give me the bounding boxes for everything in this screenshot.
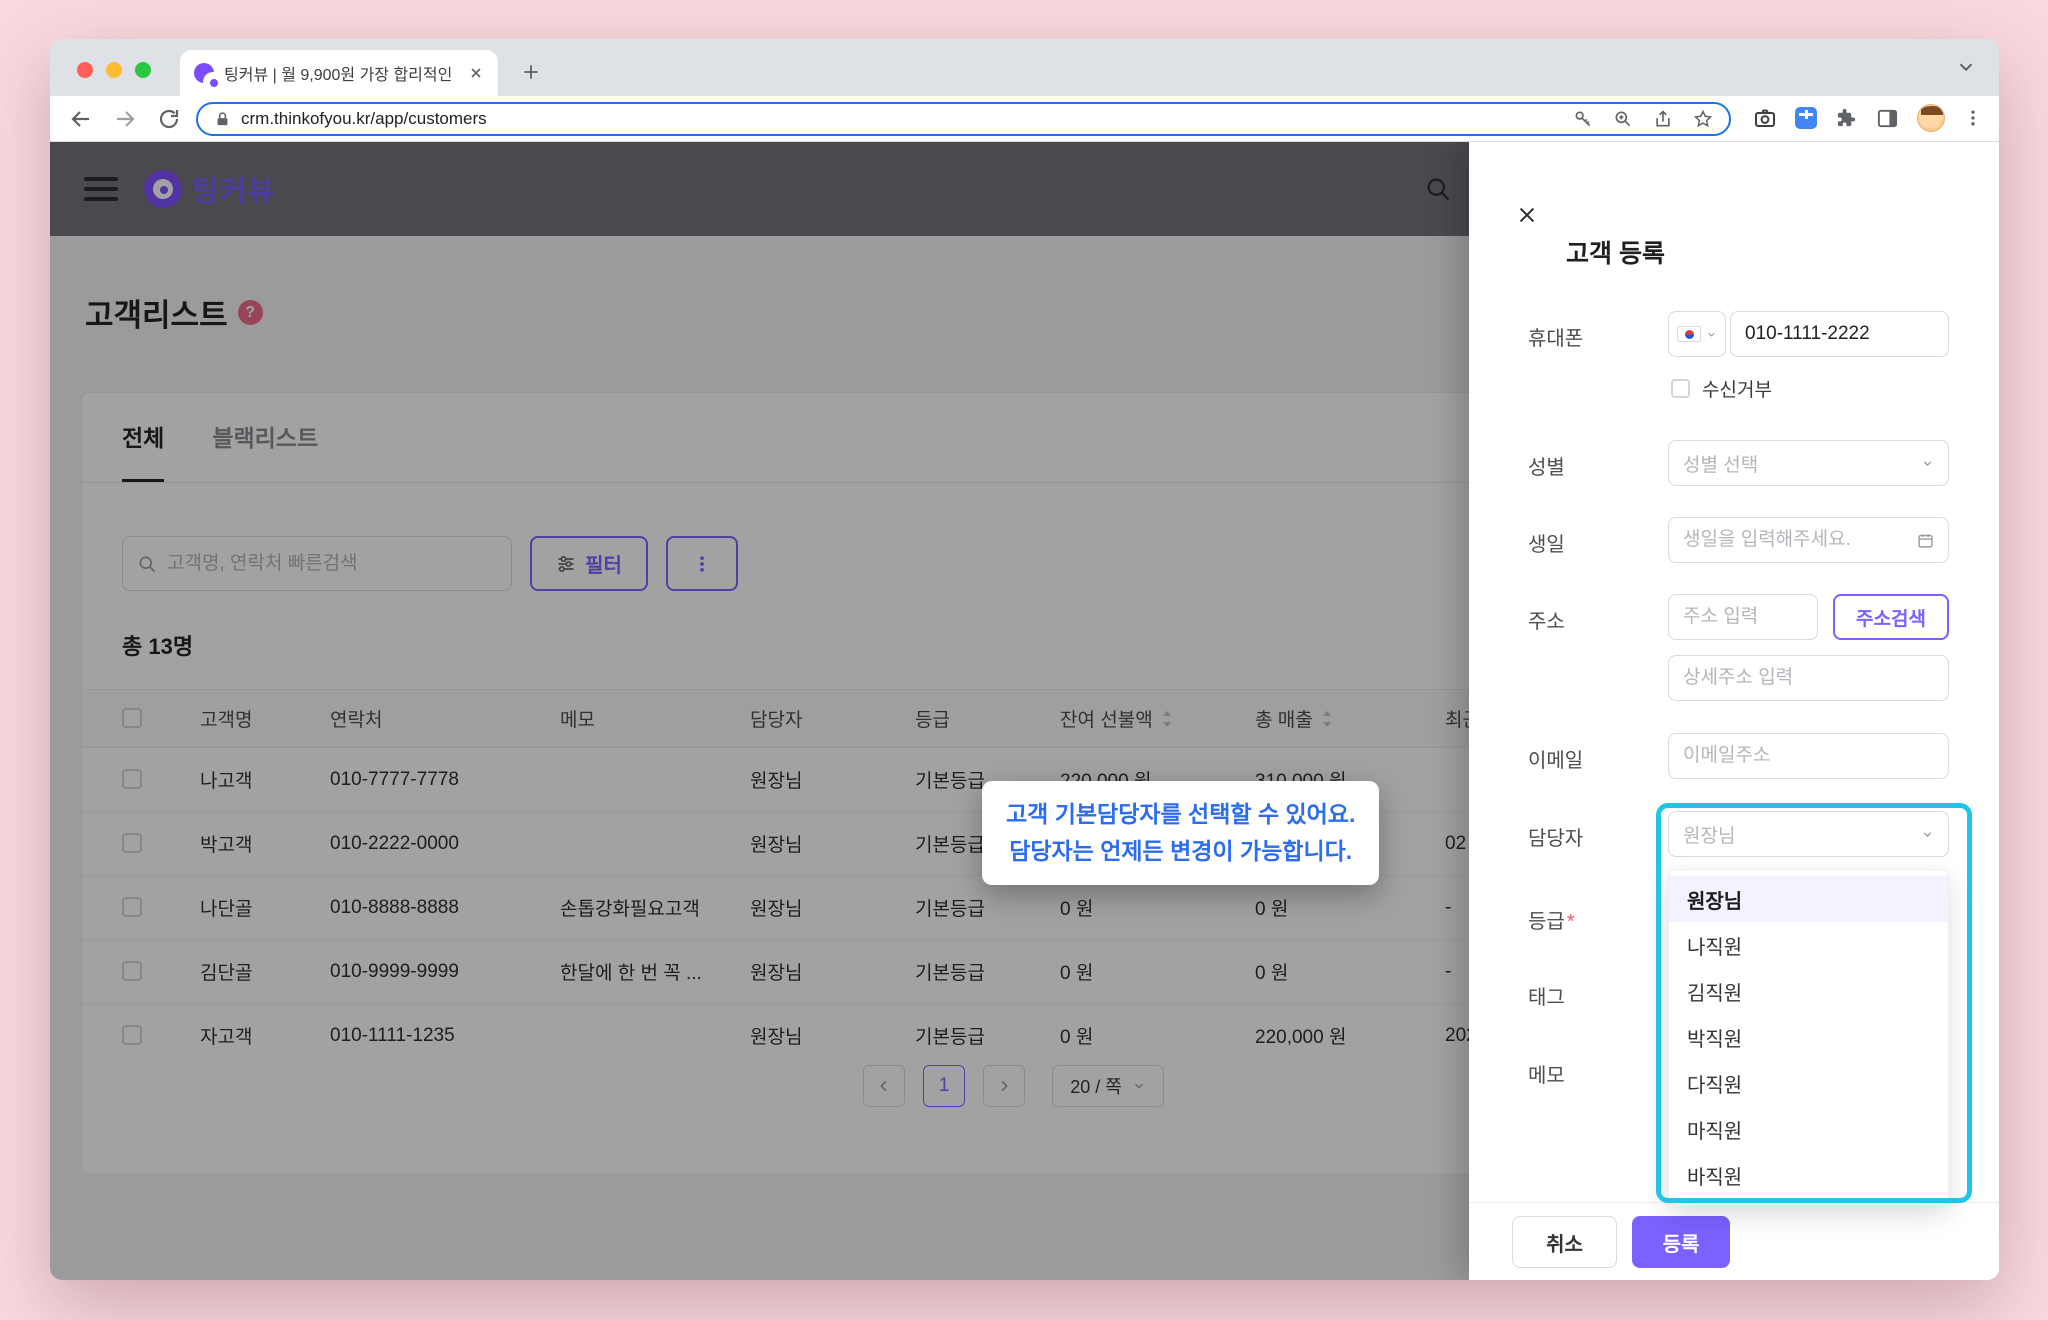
browser-menu-icon[interactable] bbox=[1963, 108, 1983, 128]
coach-tooltip-line1: 고객 기본담당자를 선택할 수 있어요. bbox=[1006, 796, 1355, 833]
manager-dropdown: 원장님 나직원 김직원 박직원 다직원 마직원 바직원 bbox=[1668, 869, 1949, 1205]
traffic-lights bbox=[77, 62, 151, 78]
bookmark-star-icon[interactable] bbox=[1693, 109, 1713, 129]
customer-register-panel: 고객 등록 휴대폰 수신거부 성별 성별 선택 bbox=[1469, 142, 1999, 1280]
calendar-icon[interactable] bbox=[1917, 532, 1934, 549]
chevron-down-icon bbox=[1706, 329, 1717, 340]
password-key-icon[interactable] bbox=[1573, 109, 1593, 129]
birthday-input[interactable] bbox=[1683, 529, 1917, 551]
tab-strip: 팅커뷰 | 월 9,900원 가장 합리적인 bbox=[50, 39, 1999, 96]
grade-label: 등급* bbox=[1528, 905, 1575, 934]
tab-search-chevron-icon[interactable] bbox=[1955, 56, 1977, 78]
manager-select[interactable]: 원장님 bbox=[1668, 811, 1949, 857]
dropdown-option[interactable]: 마직원 bbox=[1669, 1106, 1948, 1152]
email-input[interactable] bbox=[1683, 745, 1934, 767]
manager-label: 담당자 bbox=[1528, 822, 1583, 851]
extensions-puzzle-icon[interactable] bbox=[1835, 107, 1858, 130]
panel-close-icon[interactable] bbox=[1516, 204, 1538, 226]
country-flag-select[interactable] bbox=[1668, 311, 1726, 357]
close-window-button[interactable] bbox=[77, 62, 93, 78]
zoom-icon[interactable] bbox=[1613, 109, 1633, 129]
browser-toolbar: crm.thinkofyou.kr/app/customers bbox=[50, 96, 1999, 142]
address-bar[interactable]: crm.thinkofyou.kr/app/customers bbox=[196, 102, 1731, 136]
sidebar-toggle-icon[interactable] bbox=[1876, 107, 1899, 130]
minimize-window-button[interactable] bbox=[106, 62, 122, 78]
new-tab-button[interactable] bbox=[516, 57, 546, 87]
cancel-button[interactable]: 취소 bbox=[1512, 1216, 1617, 1268]
optout-row[interactable]: 수신거부 bbox=[1671, 375, 1772, 402]
dropdown-option[interactable]: 다직원 bbox=[1669, 1060, 1948, 1106]
screenshot-camera-icon[interactable] bbox=[1753, 106, 1777, 130]
dropdown-option[interactable]: 바직원 bbox=[1669, 1152, 1948, 1198]
browser-window: 팅커뷰 | 월 9,900원 가장 합리적인 crm.thinkofyou.kr… bbox=[50, 39, 1999, 1280]
site-lock-icon bbox=[214, 111, 231, 128]
back-button[interactable] bbox=[68, 106, 94, 132]
required-asterisk: * bbox=[1567, 911, 1575, 933]
address-search-button[interactable]: 주소검색 bbox=[1833, 594, 1949, 640]
submit-button[interactable]: 등록 bbox=[1632, 1216, 1730, 1268]
chevron-down-icon bbox=[1921, 828, 1934, 841]
tab-close-icon[interactable] bbox=[468, 65, 484, 81]
share-icon[interactable] bbox=[1653, 109, 1673, 129]
address-label: 주소 bbox=[1528, 605, 1565, 634]
url-text: crm.thinkofyou.kr/app/customers bbox=[241, 109, 487, 129]
phone-field[interactable] bbox=[1730, 311, 1949, 357]
email-field[interactable] bbox=[1668, 733, 1949, 779]
phone-input[interactable] bbox=[1745, 323, 1934, 345]
maximize-window-button[interactable] bbox=[135, 62, 151, 78]
coach-tooltip-line2: 담당자는 언제든 변경이 가능합니다. bbox=[1006, 833, 1355, 870]
reload-button[interactable] bbox=[156, 106, 182, 132]
app-viewport: 팅커뷰 고객리스트 ? 전체 블랙리스트 bbox=[50, 142, 1999, 1280]
email-label: 이메일 bbox=[1528, 744, 1583, 773]
address-field[interactable] bbox=[1668, 594, 1818, 640]
translate-icon[interactable] bbox=[1795, 107, 1817, 129]
optout-checkbox[interactable] bbox=[1671, 379, 1690, 398]
korea-flag-icon bbox=[1677, 326, 1701, 342]
address-detail-input[interactable] bbox=[1683, 667, 1934, 689]
address-detail-field[interactable] bbox=[1668, 655, 1949, 701]
address-input[interactable] bbox=[1683, 606, 1803, 628]
dropdown-option[interactable]: 원장님 bbox=[1669, 876, 1948, 922]
dropdown-option[interactable]: 나직원 bbox=[1669, 922, 1948, 968]
tag-label: 태그 bbox=[1528, 981, 1565, 1010]
forward-button[interactable] bbox=[112, 106, 138, 132]
coach-tooltip: 고객 기본담당자를 선택할 수 있어요. 담당자는 언제든 변경이 가능합니다. bbox=[982, 781, 1379, 885]
dropdown-option[interactable]: 김직원 bbox=[1669, 968, 1948, 1014]
phone-label: 휴대폰 bbox=[1528, 322, 1583, 351]
tab-title: 팅커뷰 | 월 9,900원 가장 합리적인 bbox=[224, 61, 458, 85]
panel-footer: 취소 등록 bbox=[1469, 1202, 1999, 1280]
panel-title: 고객 등록 bbox=[1566, 234, 1665, 270]
birthday-field[interactable] bbox=[1668, 517, 1949, 563]
gender-select[interactable]: 성별 선택 bbox=[1668, 440, 1949, 486]
chevron-down-icon bbox=[1921, 457, 1934, 470]
tab-favicon bbox=[194, 63, 214, 83]
optout-label: 수신거부 bbox=[1702, 375, 1772, 402]
memo-label: 메모 bbox=[1528, 1059, 1565, 1088]
profile-avatar[interactable] bbox=[1917, 104, 1945, 132]
gender-label: 성별 bbox=[1528, 451, 1565, 480]
birthday-label: 생일 bbox=[1528, 528, 1565, 557]
browser-tab[interactable]: 팅커뷰 | 월 9,900원 가장 합리적인 bbox=[180, 50, 498, 96]
dropdown-option[interactable]: 박직원 bbox=[1669, 1014, 1948, 1060]
